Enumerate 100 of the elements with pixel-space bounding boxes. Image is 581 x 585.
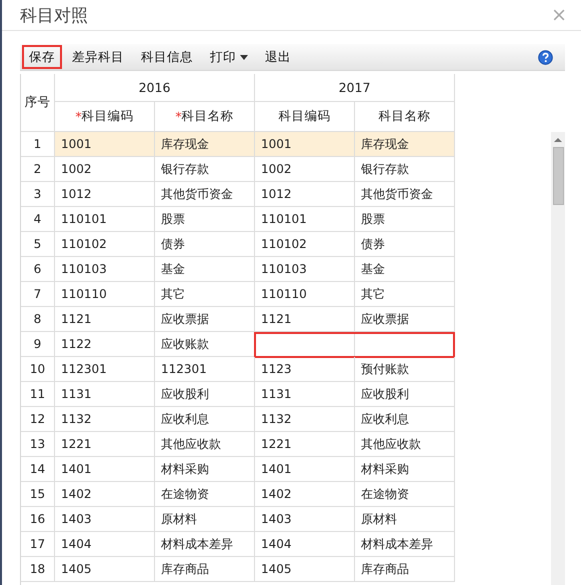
row-number: 18 (21, 557, 55, 582)
table-cell[interactable]: 银行存款 (155, 157, 255, 182)
table-cell[interactable]: 1405 (255, 557, 355, 582)
table-cell[interactable]: 110110 (55, 282, 155, 307)
table-cell[interactable]: 1402 (255, 482, 355, 507)
table-cell[interactable]: 基金 (155, 257, 255, 282)
table-cell[interactable]: 1131 (55, 382, 155, 407)
table-cell[interactable]: 1221 (55, 432, 155, 457)
table-cell[interactable]: 银行存款 (355, 157, 455, 182)
table-cell[interactable]: 材料采购 (155, 457, 255, 482)
row-number: 14 (21, 457, 55, 482)
row-number: 11 (21, 382, 55, 407)
table-cell[interactable]: 在途物资 (155, 482, 255, 507)
table-cell[interactable]: 其它 (355, 282, 455, 307)
scroll-up-icon[interactable] (554, 138, 562, 142)
caret-icon (240, 54, 248, 60)
table-cell[interactable]: 1121 (255, 307, 355, 332)
row-number: 3 (21, 182, 55, 207)
window-title: 科目对照 (20, 4, 88, 26)
row-number: 13 (21, 432, 55, 457)
table-cell[interactable]: 库存商品 (355, 557, 455, 582)
row-number: 15 (21, 482, 55, 507)
row-number: 16 (21, 507, 55, 532)
table-cell[interactable]: 库存现金 (155, 132, 255, 157)
table-cell[interactable]: 112301 (55, 357, 155, 382)
table-cell[interactable]: 应收股利 (355, 382, 455, 407)
table-cell[interactable]: 110102 (255, 232, 355, 257)
table-cell[interactable]: 股票 (155, 207, 255, 232)
table-cell[interactable]: 1132 (255, 407, 355, 432)
table-cell[interactable]: 1221 (255, 432, 355, 457)
print-menu-button[interactable]: 打印 (203, 45, 255, 69)
table-cell[interactable]: 1123 (255, 357, 355, 382)
help-icon[interactable] (538, 50, 553, 64)
table-cell[interactable]: 应收账款 (155, 332, 255, 357)
table-cell[interactable]: 1002 (55, 157, 155, 182)
table-cell[interactable]: 材料采购 (355, 457, 455, 482)
table-cell[interactable]: 股票 (355, 207, 455, 232)
table-cell[interactable]: 1122 (55, 332, 155, 357)
table-cell[interactable]: 1002 (255, 157, 355, 182)
table-cell[interactable]: 其他货币资金 (155, 182, 255, 207)
table-cell[interactable]: 其它 (155, 282, 255, 307)
toolbar-button[interactable]: 退出 (258, 45, 298, 69)
table-cell[interactable]: 库存现金 (355, 132, 455, 157)
table-cell[interactable]: 应收股利 (155, 382, 255, 407)
table-cell[interactable]: 材料成本差异 (155, 532, 255, 557)
table-cell[interactable]: 1121 (55, 307, 155, 332)
table-cell[interactable]: 1403 (55, 507, 155, 532)
table-cell[interactable]: 在途物资 (355, 482, 455, 507)
table-cell[interactable]: 其他应收款 (355, 432, 455, 457)
row-number: 7 (21, 282, 55, 307)
table-cell[interactable]: 原材料 (155, 507, 255, 532)
table-cell[interactable]: 1132 (55, 407, 155, 432)
table-cell[interactable]: 110110 (255, 282, 355, 307)
row-number: 4 (21, 207, 55, 232)
table-cell[interactable]: 1401 (255, 457, 355, 482)
table-cell[interactable]: 预付账款 (355, 357, 455, 382)
table-cell[interactable]: 1001 (55, 132, 155, 157)
table-cell[interactable]: 110101 (55, 207, 155, 232)
row-number: 5 (21, 232, 55, 257)
row-number: 12 (21, 407, 55, 432)
table-cell[interactable]: 110102 (55, 232, 155, 257)
table-cell[interactable]: 1131 (255, 382, 355, 407)
row-number: 8 (21, 307, 55, 332)
toolbar-button[interactable]: 科目信息 (134, 45, 200, 69)
table-cell[interactable]: 112301 (155, 357, 255, 382)
table-cell[interactable]: 110101 (255, 207, 355, 232)
table-cell[interactable]: 1401 (55, 457, 155, 482)
table-cell[interactable]: 应收票据 (155, 307, 255, 332)
table-cell[interactable]: 110103 (255, 257, 355, 282)
table-cell[interactable]: 1403 (255, 507, 355, 532)
table-cell[interactable]: 1405 (55, 557, 155, 582)
column-header: 序号 (21, 74, 55, 132)
row-number: 9 (21, 332, 55, 357)
table-cell[interactable]: 110103 (55, 257, 155, 282)
toolbar-button[interactable]: 保存 (22, 45, 62, 69)
column-group-header: 2017 (255, 74, 455, 102)
table-cell[interactable]: 1404 (55, 532, 155, 557)
table-cell[interactable]: 库存商品 (155, 557, 255, 582)
row-number: 2 (21, 157, 55, 182)
table-cell[interactable]: 应收利息 (155, 407, 255, 432)
scrollbar-thumb[interactable] (552, 147, 564, 205)
table-cell[interactable]: 应收利息 (355, 407, 455, 432)
table-cell[interactable]: 1402 (55, 482, 155, 507)
table-cell[interactable]: 材料成本差异 (355, 532, 455, 557)
toolbar-button[interactable]: 差异科目 (65, 45, 131, 69)
table-cell[interactable]: 1404 (255, 532, 355, 557)
table-cell[interactable]: 基金 (355, 257, 455, 282)
table-cell[interactable]: 其他应收款 (155, 432, 255, 457)
table-cell[interactable]: 1001 (255, 132, 355, 157)
table-cell[interactable]: 债券 (355, 232, 455, 257)
column-group-header: 2016 (55, 74, 255, 102)
table-cell[interactable]: 其他货币资金 (355, 182, 455, 207)
scrollbar[interactable] (551, 132, 565, 585)
table-cell[interactable]: 1012 (255, 182, 355, 207)
table-cell[interactable]: 原材料 (355, 507, 455, 532)
row-number: 10 (21, 357, 55, 382)
table-cell[interactable]: 应收票据 (355, 307, 455, 332)
table-cell[interactable]: 债券 (155, 232, 255, 257)
table-cell[interactable]: 1012 (55, 182, 155, 207)
row-number: 17 (21, 532, 55, 557)
